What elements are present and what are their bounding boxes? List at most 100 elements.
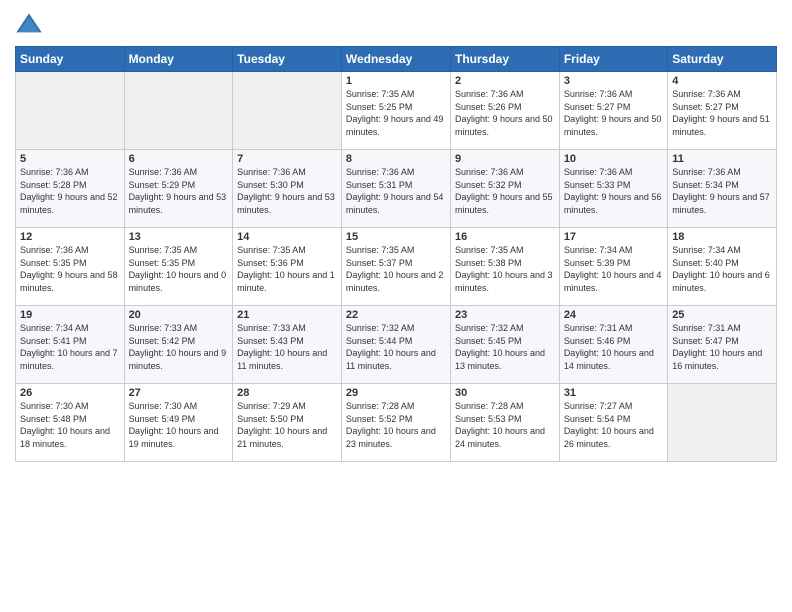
calendar-cell: 4Sunrise: 7:36 AMSunset: 5:27 PMDaylight… — [668, 72, 777, 150]
calendar-cell: 30Sunrise: 7:28 AMSunset: 5:53 PMDayligh… — [450, 384, 559, 462]
day-number: 10 — [564, 153, 663, 165]
day-number: 29 — [346, 387, 446, 399]
day-number: 13 — [129, 231, 229, 243]
calendar-cell: 8Sunrise: 7:36 AMSunset: 5:31 PMDaylight… — [341, 150, 450, 228]
calendar-cell: 23Sunrise: 7:32 AMSunset: 5:45 PMDayligh… — [450, 306, 559, 384]
calendar-body: 1Sunrise: 7:35 AMSunset: 5:25 PMDaylight… — [16, 72, 777, 462]
calendar-cell: 31Sunrise: 7:27 AMSunset: 5:54 PMDayligh… — [559, 384, 667, 462]
day-number: 7 — [237, 153, 337, 165]
calendar-cell: 24Sunrise: 7:31 AMSunset: 5:46 PMDayligh… — [559, 306, 667, 384]
day-number: 8 — [346, 153, 446, 165]
calendar-cell: 2Sunrise: 7:36 AMSunset: 5:26 PMDaylight… — [450, 72, 559, 150]
calendar-cell: 9Sunrise: 7:36 AMSunset: 5:32 PMDaylight… — [450, 150, 559, 228]
calendar-cell: 13Sunrise: 7:35 AMSunset: 5:35 PMDayligh… — [124, 228, 233, 306]
weekday-header-tuesday: Tuesday — [233, 47, 342, 72]
day-info: Sunrise: 7:28 AMSunset: 5:52 PMDaylight:… — [346, 400, 446, 450]
calendar-cell: 28Sunrise: 7:29 AMSunset: 5:50 PMDayligh… — [233, 384, 342, 462]
calendar-cell: 1Sunrise: 7:35 AMSunset: 5:25 PMDaylight… — [341, 72, 450, 150]
calendar-cell: 19Sunrise: 7:34 AMSunset: 5:41 PMDayligh… — [16, 306, 125, 384]
logo-icon — [15, 10, 43, 38]
day-number: 19 — [20, 309, 120, 321]
day-number: 2 — [455, 75, 555, 87]
day-number: 6 — [129, 153, 229, 165]
day-info: Sunrise: 7:36 AMSunset: 5:33 PMDaylight:… — [564, 166, 663, 216]
calendar-cell: 7Sunrise: 7:36 AMSunset: 5:30 PMDaylight… — [233, 150, 342, 228]
calendar-header-row: SundayMondayTuesdayWednesdayThursdayFrid… — [16, 47, 777, 72]
day-number: 3 — [564, 75, 663, 87]
calendar-cell: 5Sunrise: 7:36 AMSunset: 5:28 PMDaylight… — [16, 150, 125, 228]
calendar-cell: 20Sunrise: 7:33 AMSunset: 5:42 PMDayligh… — [124, 306, 233, 384]
day-info: Sunrise: 7:35 AMSunset: 5:36 PMDaylight:… — [237, 244, 337, 294]
day-info: Sunrise: 7:31 AMSunset: 5:46 PMDaylight:… — [564, 322, 663, 372]
day-info: Sunrise: 7:35 AMSunset: 5:38 PMDaylight:… — [455, 244, 555, 294]
day-info: Sunrise: 7:36 AMSunset: 5:27 PMDaylight:… — [564, 88, 663, 138]
day-info: Sunrise: 7:36 AMSunset: 5:35 PMDaylight:… — [20, 244, 120, 294]
calendar-cell — [668, 384, 777, 462]
day-number: 20 — [129, 309, 229, 321]
day-info: Sunrise: 7:36 AMSunset: 5:29 PMDaylight:… — [129, 166, 229, 216]
weekday-header-sunday: Sunday — [16, 47, 125, 72]
calendar-cell: 25Sunrise: 7:31 AMSunset: 5:47 PMDayligh… — [668, 306, 777, 384]
calendar-cell — [124, 72, 233, 150]
calendar-cell: 27Sunrise: 7:30 AMSunset: 5:49 PMDayligh… — [124, 384, 233, 462]
weekday-header-wednesday: Wednesday — [341, 47, 450, 72]
day-info: Sunrise: 7:33 AMSunset: 5:43 PMDaylight:… — [237, 322, 337, 372]
day-info: Sunrise: 7:36 AMSunset: 5:31 PMDaylight:… — [346, 166, 446, 216]
day-number: 22 — [346, 309, 446, 321]
calendar-week-row: 5Sunrise: 7:36 AMSunset: 5:28 PMDaylight… — [16, 150, 777, 228]
day-info: Sunrise: 7:28 AMSunset: 5:53 PMDaylight:… — [455, 400, 555, 450]
day-info: Sunrise: 7:35 AMSunset: 5:37 PMDaylight:… — [346, 244, 446, 294]
page: SundayMondayTuesdayWednesdayThursdayFrid… — [0, 0, 792, 612]
day-info: Sunrise: 7:34 AMSunset: 5:39 PMDaylight:… — [564, 244, 663, 294]
day-number: 12 — [20, 231, 120, 243]
day-info: Sunrise: 7:32 AMSunset: 5:44 PMDaylight:… — [346, 322, 446, 372]
calendar-cell: 29Sunrise: 7:28 AMSunset: 5:52 PMDayligh… — [341, 384, 450, 462]
calendar-cell — [233, 72, 342, 150]
day-number: 11 — [672, 153, 772, 165]
day-info: Sunrise: 7:30 AMSunset: 5:49 PMDaylight:… — [129, 400, 229, 450]
weekday-header-monday: Monday — [124, 47, 233, 72]
day-info: Sunrise: 7:31 AMSunset: 5:47 PMDaylight:… — [672, 322, 772, 372]
calendar-week-row: 12Sunrise: 7:36 AMSunset: 5:35 PMDayligh… — [16, 228, 777, 306]
day-number: 17 — [564, 231, 663, 243]
calendar-week-row: 1Sunrise: 7:35 AMSunset: 5:25 PMDaylight… — [16, 72, 777, 150]
day-info: Sunrise: 7:35 AMSunset: 5:35 PMDaylight:… — [129, 244, 229, 294]
calendar-cell: 15Sunrise: 7:35 AMSunset: 5:37 PMDayligh… — [341, 228, 450, 306]
calendar-cell — [16, 72, 125, 150]
calendar-cell: 14Sunrise: 7:35 AMSunset: 5:36 PMDayligh… — [233, 228, 342, 306]
calendar-cell: 6Sunrise: 7:36 AMSunset: 5:29 PMDaylight… — [124, 150, 233, 228]
weekday-header-friday: Friday — [559, 47, 667, 72]
day-number: 27 — [129, 387, 229, 399]
calendar-week-row: 19Sunrise: 7:34 AMSunset: 5:41 PMDayligh… — [16, 306, 777, 384]
weekday-header-saturday: Saturday — [668, 47, 777, 72]
day-number: 30 — [455, 387, 555, 399]
day-info: Sunrise: 7:34 AMSunset: 5:41 PMDaylight:… — [20, 322, 120, 372]
day-number: 24 — [564, 309, 663, 321]
day-info: Sunrise: 7:36 AMSunset: 5:32 PMDaylight:… — [455, 166, 555, 216]
day-number: 26 — [20, 387, 120, 399]
day-info: Sunrise: 7:35 AMSunset: 5:25 PMDaylight:… — [346, 88, 446, 138]
day-number: 23 — [455, 309, 555, 321]
calendar-week-row: 26Sunrise: 7:30 AMSunset: 5:48 PMDayligh… — [16, 384, 777, 462]
day-number: 31 — [564, 387, 663, 399]
logo — [15, 10, 47, 38]
day-number: 16 — [455, 231, 555, 243]
calendar-cell: 3Sunrise: 7:36 AMSunset: 5:27 PMDaylight… — [559, 72, 667, 150]
calendar-cell: 12Sunrise: 7:36 AMSunset: 5:35 PMDayligh… — [16, 228, 125, 306]
calendar-cell: 11Sunrise: 7:36 AMSunset: 5:34 PMDayligh… — [668, 150, 777, 228]
calendar-cell: 22Sunrise: 7:32 AMSunset: 5:44 PMDayligh… — [341, 306, 450, 384]
header — [15, 10, 777, 38]
day-number: 25 — [672, 309, 772, 321]
day-info: Sunrise: 7:36 AMSunset: 5:30 PMDaylight:… — [237, 166, 337, 216]
day-number: 28 — [237, 387, 337, 399]
day-info: Sunrise: 7:27 AMSunset: 5:54 PMDaylight:… — [564, 400, 663, 450]
day-info: Sunrise: 7:36 AMSunset: 5:34 PMDaylight:… — [672, 166, 772, 216]
day-info: Sunrise: 7:33 AMSunset: 5:42 PMDaylight:… — [129, 322, 229, 372]
calendar-cell: 18Sunrise: 7:34 AMSunset: 5:40 PMDayligh… — [668, 228, 777, 306]
day-number: 1 — [346, 75, 446, 87]
calendar-table: SundayMondayTuesdayWednesdayThursdayFrid… — [15, 46, 777, 462]
calendar-cell: 21Sunrise: 7:33 AMSunset: 5:43 PMDayligh… — [233, 306, 342, 384]
calendar-cell: 26Sunrise: 7:30 AMSunset: 5:48 PMDayligh… — [16, 384, 125, 462]
day-info: Sunrise: 7:36 AMSunset: 5:26 PMDaylight:… — [455, 88, 555, 138]
day-info: Sunrise: 7:32 AMSunset: 5:45 PMDaylight:… — [455, 322, 555, 372]
